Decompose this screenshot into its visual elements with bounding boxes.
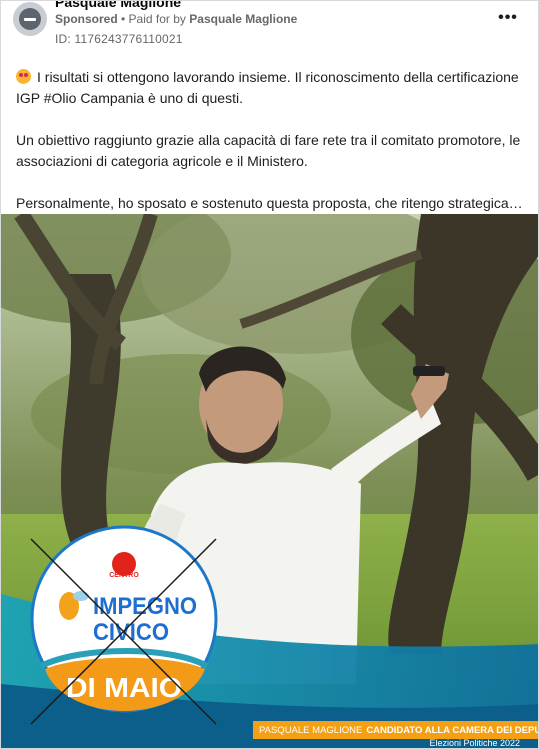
post-paragraph: Un obiettivo raggiunto grazie alla capac…: [16, 132, 521, 169]
logo-party-small: CENTRO: [109, 572, 139, 579]
page-avatar[interactable]: [13, 2, 47, 36]
post-body: I risultati si ottengono lavorando insie…: [16, 67, 531, 235]
sponsor-meta: Sponsored • Paid for by Pasquale Maglion…: [55, 12, 297, 26]
page-name[interactable]: Pasquale Maglione: [55, 1, 181, 10]
election-label: Elezioni Politiche 2022: [429, 738, 520, 748]
candidate-name: PASQUALE MAGLIONE: [259, 724, 363, 736]
ad-image[interactable]: CENTRO IMPEGNO CIVICO DI MAIO: [1, 214, 538, 748]
post-paragraph: I risultati si ottengono lavorando insie…: [16, 69, 519, 106]
paid-for-label: Paid for by: [128, 12, 186, 26]
logo-line-dimaio: DI MAIO: [66, 672, 182, 703]
heart-eyes-emoji-icon: [16, 69, 31, 84]
post-paragraph[interactable]: Personalmente, ho sposato e sostenuto qu…: [16, 193, 531, 214]
candidate-banner: PASQUALE MAGLIONE CANDIDATO ALLA CAMERA …: [253, 721, 539, 739]
post-header: Pasquale Maglione Sponsored • Paid for b…: [1, 1, 538, 53]
more-options-icon[interactable]: •••: [493, 5, 523, 31]
candidate-role: CANDIDATO ALLA CAMERA DEI DEPUTATI: [366, 724, 539, 736]
blocked-avatar-icon: [19, 8, 41, 30]
photo-scene: CENTRO IMPEGNO CIVICO DI MAIO: [1, 214, 538, 748]
sponsored-post-card: Pasquale Maglione Sponsored • Paid for b…: [0, 0, 539, 749]
ad-id: ID: 1176243776110021: [55, 32, 183, 46]
payer-name[interactable]: Pasquale Maglione: [189, 12, 297, 26]
meta-separator: •: [117, 12, 129, 26]
sponsored-label: Sponsored: [55, 12, 118, 26]
